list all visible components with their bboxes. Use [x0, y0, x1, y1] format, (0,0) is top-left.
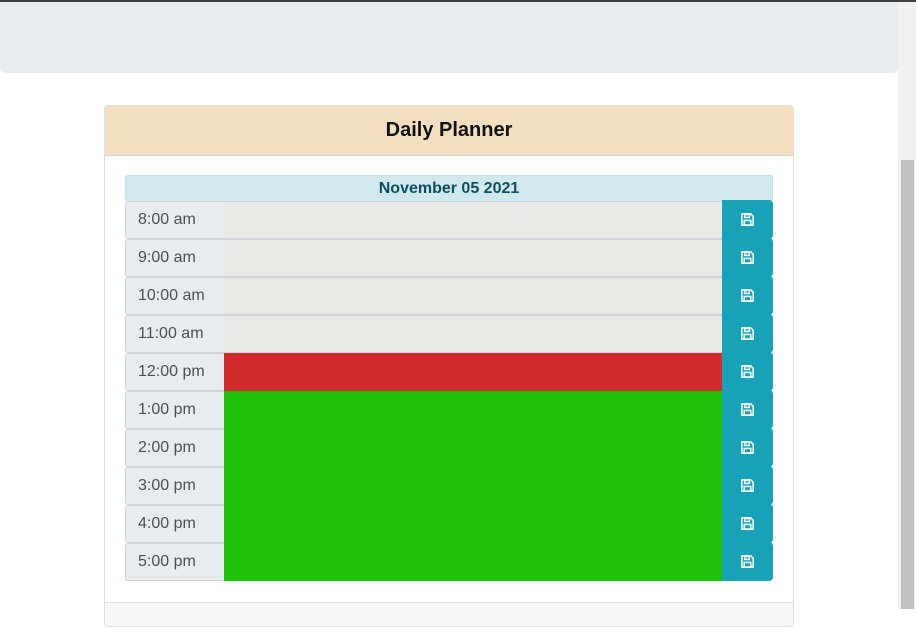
page-header-banner: [0, 2, 898, 73]
task-input[interactable]: [224, 239, 723, 277]
hour-label: 1:00 pm: [125, 391, 225, 429]
save-icon: [740, 288, 755, 303]
planner-title: Daily Planner: [105, 106, 793, 156]
hour-row: 11:00 am: [125, 314, 773, 353]
task-input[interactable]: [224, 315, 723, 353]
hour-label: 12:00 pm: [125, 353, 225, 391]
save-button[interactable]: [722, 390, 773, 429]
save-icon: [740, 478, 755, 493]
hour-label: 10:00 am: [125, 277, 225, 315]
task-input[interactable]: [224, 277, 723, 315]
card-footer: [105, 602, 793, 626]
save-icon: [740, 250, 755, 265]
hour-label: 5:00 pm: [125, 543, 225, 581]
hour-row: 12:00 pm: [125, 352, 773, 391]
save-button[interactable]: [722, 542, 773, 581]
task-input[interactable]: [224, 429, 723, 467]
task-input[interactable]: [224, 353, 723, 391]
hour-rows: 8:00 am 9:00 am 10:00 am 11:00 am 12:00 pm 1:…: [125, 200, 773, 581]
hour-label: 8:00 am: [125, 201, 225, 239]
hour-label: 4:00 pm: [125, 505, 225, 543]
save-button[interactable]: [722, 466, 773, 505]
save-icon: [740, 440, 755, 455]
save-button[interactable]: [722, 200, 773, 239]
hour-label: 11:00 am: [125, 315, 225, 353]
hour-row: 4:00 pm: [125, 504, 773, 543]
task-input[interactable]: [224, 467, 723, 505]
hour-row: 5:00 pm: [125, 542, 773, 581]
save-button[interactable]: [722, 276, 773, 315]
hour-label: 2:00 pm: [125, 429, 225, 467]
save-icon: [740, 554, 755, 569]
hour-row: 9:00 am: [125, 238, 773, 277]
scrollbar-thumb[interactable]: [901, 160, 914, 609]
task-input[interactable]: [224, 391, 723, 429]
save-icon: [740, 326, 755, 341]
hour-row: 1:00 pm: [125, 390, 773, 429]
task-input[interactable]: [224, 201, 723, 239]
hour-label: 3:00 pm: [125, 467, 225, 505]
task-input[interactable]: [224, 543, 723, 581]
save-button[interactable]: [722, 238, 773, 277]
save-button[interactable]: [722, 352, 773, 391]
save-icon: [740, 212, 755, 227]
save-button[interactable]: [722, 504, 773, 543]
hour-row: 8:00 am: [125, 200, 773, 239]
hour-row: 2:00 pm: [125, 428, 773, 467]
hour-row: 3:00 pm: [125, 466, 773, 505]
current-date: November 05 2021: [125, 175, 773, 202]
task-input[interactable]: [224, 505, 723, 543]
save-button[interactable]: [722, 428, 773, 467]
save-button[interactable]: [722, 314, 773, 353]
hour-label: 9:00 am: [125, 239, 225, 277]
planner-card: Daily Planner November 05 2021 8:00 am 9:…: [104, 105, 794, 627]
save-icon: [740, 364, 755, 379]
hour-row: 10:00 am: [125, 276, 773, 315]
save-icon: [740, 402, 755, 417]
save-icon: [740, 516, 755, 531]
